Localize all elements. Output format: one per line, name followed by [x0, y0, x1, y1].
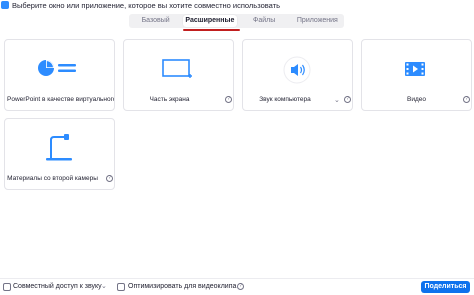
optimize-video-label: Оптимизировать для видеоклипа — [128, 283, 237, 290]
share-tabs: Базовый Расширенные Файлы Приложения — [129, 14, 344, 28]
help-icon[interactable]: ? — [237, 283, 244, 290]
zoom-app-icon — [1, 1, 9, 9]
active-tab-indicator — [183, 29, 240, 31]
tile-label: Материалы со второй камеры — [7, 175, 98, 182]
chevron-down-icon[interactable]: ⌄ — [101, 282, 107, 290]
tile-label: Звук компьютера — [259, 96, 311, 103]
tile-label: PowerPoint в качестве виртуального ф... — [7, 96, 114, 103]
chevron-down-icon[interactable]: ⌄ — [334, 96, 340, 104]
help-icon[interactable]: ? — [225, 96, 232, 103]
optimize-video-checkbox[interactable] — [117, 283, 125, 291]
share-audio-checkbox[interactable] — [3, 283, 11, 291]
tab-basic[interactable]: Базовый — [129, 14, 182, 28]
share-button[interactable]: Поделиться — [421, 281, 470, 293]
help-icon[interactable]: ? — [463, 96, 470, 103]
help-icon[interactable]: ? — [106, 175, 113, 182]
tile-second-camera[interactable]: Материалы со второй камеры ? — [4, 118, 115, 190]
computer-audio-icon — [283, 56, 311, 84]
tab-files[interactable]: Файлы — [238, 14, 291, 28]
tile-label: Видео — [407, 96, 426, 103]
tile-computer-audio[interactable]: Звук компьютера ⌄ ? — [242, 39, 353, 111]
tab-advanced[interactable]: Расширенные — [183, 15, 237, 27]
share-audio-label: Совместный доступ к звуку — [13, 283, 102, 290]
tab-apps[interactable]: Приложения — [291, 14, 344, 28]
second-camera-icon — [46, 134, 72, 161]
window-title: Выберите окно или приложение, которое вы… — [12, 1, 280, 10]
powerpoint-background-icon — [38, 60, 76, 76]
video-icon — [405, 62, 425, 76]
tile-powerpoint-background[interactable]: PowerPoint в качестве виртуального ф... — [4, 39, 115, 111]
tile-video[interactable]: Видео ? — [361, 39, 472, 111]
tile-screen-portion[interactable]: Часть экрана ? — [123, 39, 234, 111]
tile-label: Часть экрана — [149, 96, 190, 103]
title-bar: Выберите окно или приложение, которое вы… — [0, 0, 474, 10]
screen-portion-icon — [162, 59, 192, 78]
bottom-bar: Совместный доступ к звуку ⌄ Оптимизирова… — [0, 278, 474, 295]
help-icon[interactable]: ? — [344, 96, 351, 103]
